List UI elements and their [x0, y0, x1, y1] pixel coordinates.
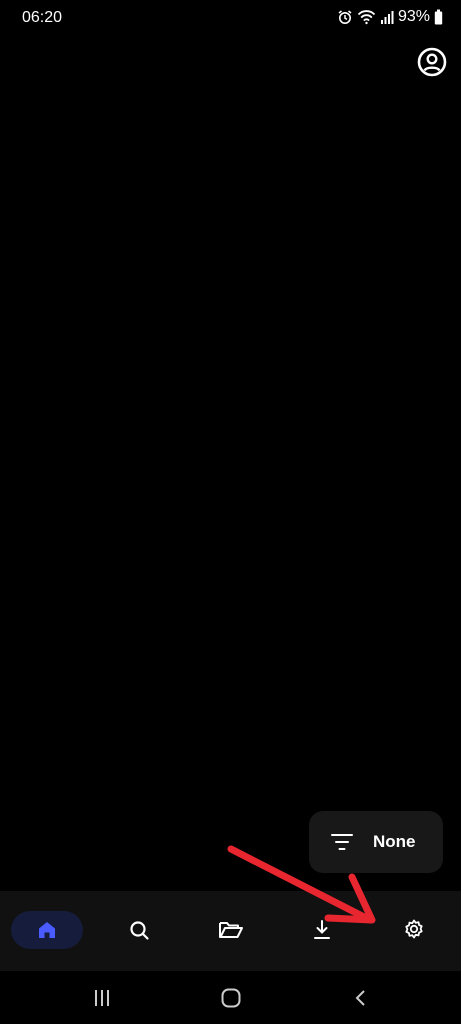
home-icon [39, 922, 55, 938]
home-circle-icon [221, 988, 241, 1008]
filter-label: None [373, 832, 416, 851]
signal-icon [380, 9, 394, 25]
nav-search[interactable] [120, 911, 158, 949]
nav-settings[interactable] [395, 911, 433, 949]
battery-icon [434, 9, 443, 25]
nav-library[interactable] [212, 911, 250, 949]
account-circle-icon [417, 47, 447, 77]
battery-percent: 93% [397, 8, 430, 25]
wifi-icon [357, 9, 376, 25]
filter-icon [331, 834, 353, 850]
status-time: 06:20 [22, 9, 63, 26]
filter-chip[interactable]: None [309, 811, 443, 873]
status-bar: 06:20 93% [0, 0, 461, 36]
search-icon [130, 921, 149, 940]
nav-downloads[interactable] [303, 911, 341, 949]
profile-button[interactable] [417, 47, 447, 77]
alarm-icon [337, 9, 353, 25]
nav-home[interactable] [11, 911, 83, 949]
recents-icon [95, 990, 109, 1006]
back-icon [355, 990, 365, 1006]
status-icons: 93% [337, 8, 443, 26]
bottom-nav [0, 891, 461, 971]
gear-icon [405, 919, 423, 939]
download-icon [314, 920, 330, 939]
folder-open-icon [219, 922, 243, 938]
system-nav [0, 971, 461, 1024]
recents-button[interactable] [87, 985, 117, 1011]
back-button[interactable] [346, 985, 376, 1011]
system-home-button[interactable] [216, 985, 246, 1011]
